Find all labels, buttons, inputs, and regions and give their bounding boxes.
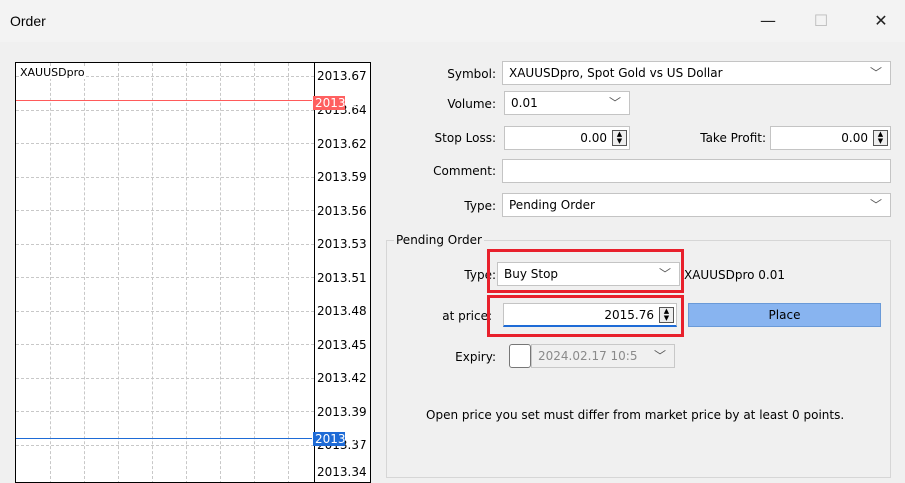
price-axis-label: 2013.34 bbox=[317, 465, 367, 479]
grid-line bbox=[288, 63, 289, 482]
chevron-down-icon: ﹀ bbox=[869, 66, 882, 80]
grid-line bbox=[50, 63, 51, 482]
highlight-box bbox=[487, 249, 684, 293]
volume-value: 0.01 bbox=[511, 96, 538, 110]
price-axis-label: 2013.48 bbox=[317, 304, 367, 318]
grid-line bbox=[152, 63, 153, 482]
price-axis-label: 2013.59 bbox=[317, 170, 367, 184]
grid-line bbox=[118, 63, 119, 482]
price-axis-label: 2013.67 bbox=[317, 69, 367, 83]
pending-order-note: Open price you set must differ from mark… bbox=[426, 408, 845, 422]
bid-price-tag: 2013.37 bbox=[313, 432, 365, 446]
grid-line bbox=[254, 63, 255, 482]
spinner-icon[interactable]: ▲ ▼ bbox=[612, 130, 627, 146]
grid-line bbox=[84, 63, 85, 482]
place-button[interactable]: Place bbox=[688, 303, 881, 327]
grid-line bbox=[16, 311, 314, 312]
type-label: Type: bbox=[464, 199, 496, 213]
close-button[interactable]: ✕ bbox=[861, 6, 901, 36]
grid-line bbox=[16, 177, 314, 178]
ask-line bbox=[16, 100, 312, 101]
expiry-value: 2024.02.17 10:5 bbox=[538, 349, 638, 363]
bid-line bbox=[16, 438, 312, 439]
price-chart: XAUUSDpro 2013.67 2013.64 2013.62 2013.5… bbox=[15, 62, 371, 483]
spinner-icon[interactable]: ▲ ▼ bbox=[873, 130, 888, 146]
symbol-label: Symbol: bbox=[447, 67, 496, 81]
comment-label: Comment: bbox=[433, 164, 496, 178]
order-type-value: Pending Order bbox=[509, 198, 595, 212]
highlight-box bbox=[487, 295, 684, 337]
volume-select[interactable]: 0.01 ﹀ bbox=[504, 91, 630, 115]
maximize-button: ☐ bbox=[813, 11, 829, 30]
grid-line bbox=[16, 378, 314, 379]
grid-line bbox=[16, 411, 314, 412]
price-axis-label: 2013.42 bbox=[317, 371, 367, 385]
price-axis-label: 2013.56 bbox=[317, 204, 367, 218]
order-dialog-body: XAUUSDpro 2013.67 2013.64 2013.62 2013.5… bbox=[0, 42, 905, 483]
pending-type-info: XAUUSDpro 0.01 bbox=[684, 268, 786, 282]
stop-loss-label: Stop Loss: bbox=[434, 131, 496, 145]
chart-plot-area: XAUUSDpro bbox=[16, 63, 315, 482]
grid-line bbox=[16, 445, 314, 446]
window-title: Order bbox=[10, 13, 46, 29]
chevron-down-icon: ﹀ bbox=[653, 349, 666, 363]
stop-loss-value: 0.00 bbox=[580, 131, 607, 145]
grid-line bbox=[186, 63, 187, 482]
price-axis-label: 2013.62 bbox=[317, 137, 367, 151]
grid-line bbox=[16, 210, 314, 211]
symbol-value: XAUUSDpro, Spot Gold vs US Dollar bbox=[509, 66, 723, 80]
expiry-datetime-picker[interactable]: 2024.02.17 10:5 ﹀ bbox=[531, 344, 675, 368]
expiry-label: Expiry: bbox=[455, 350, 496, 364]
stop-loss-input[interactable]: 0.00 ▲ ▼ bbox=[504, 126, 630, 150]
chevron-down-icon: ﹀ bbox=[869, 198, 882, 212]
ask-price-tag: 2013.65 bbox=[313, 96, 365, 110]
minimize-button[interactable]: — bbox=[748, 6, 788, 36]
price-axis-label: 2013.53 bbox=[317, 237, 367, 251]
title-bar: Order — ☐ ✕ bbox=[0, 0, 905, 42]
grid-line bbox=[16, 143, 314, 144]
chevron-down-icon: ﹀ bbox=[608, 96, 621, 110]
grid-line bbox=[220, 63, 221, 482]
grid-line bbox=[16, 110, 314, 111]
price-axis-label: 2013.39 bbox=[317, 405, 367, 419]
expiry-checkbox[interactable] bbox=[509, 344, 531, 368]
take-profit-input[interactable]: 0.00 ▲ ▼ bbox=[770, 126, 891, 150]
symbol-select[interactable]: XAUUSDpro, Spot Gold vs US Dollar ﹀ bbox=[502, 61, 891, 85]
comment-input[interactable] bbox=[502, 159, 891, 183]
take-profit-value: 0.00 bbox=[841, 131, 868, 145]
take-profit-label: Take Profit: bbox=[700, 131, 766, 145]
pending-order-group-title: Pending Order bbox=[394, 233, 484, 247]
price-axis-label: 2013.45 bbox=[317, 338, 367, 352]
grid-line bbox=[16, 344, 314, 345]
grid-line bbox=[16, 244, 314, 245]
price-axis-label: 2013.51 bbox=[317, 271, 367, 285]
volume-label: Volume: bbox=[447, 97, 496, 111]
grid-line bbox=[16, 277, 314, 278]
chart-symbol-label: XAUUSDpro bbox=[20, 66, 85, 79]
pending-type-label: Type: bbox=[464, 268, 496, 282]
order-type-select[interactable]: Pending Order ﹀ bbox=[502, 193, 891, 217]
at-price-label: at price: bbox=[442, 309, 492, 323]
